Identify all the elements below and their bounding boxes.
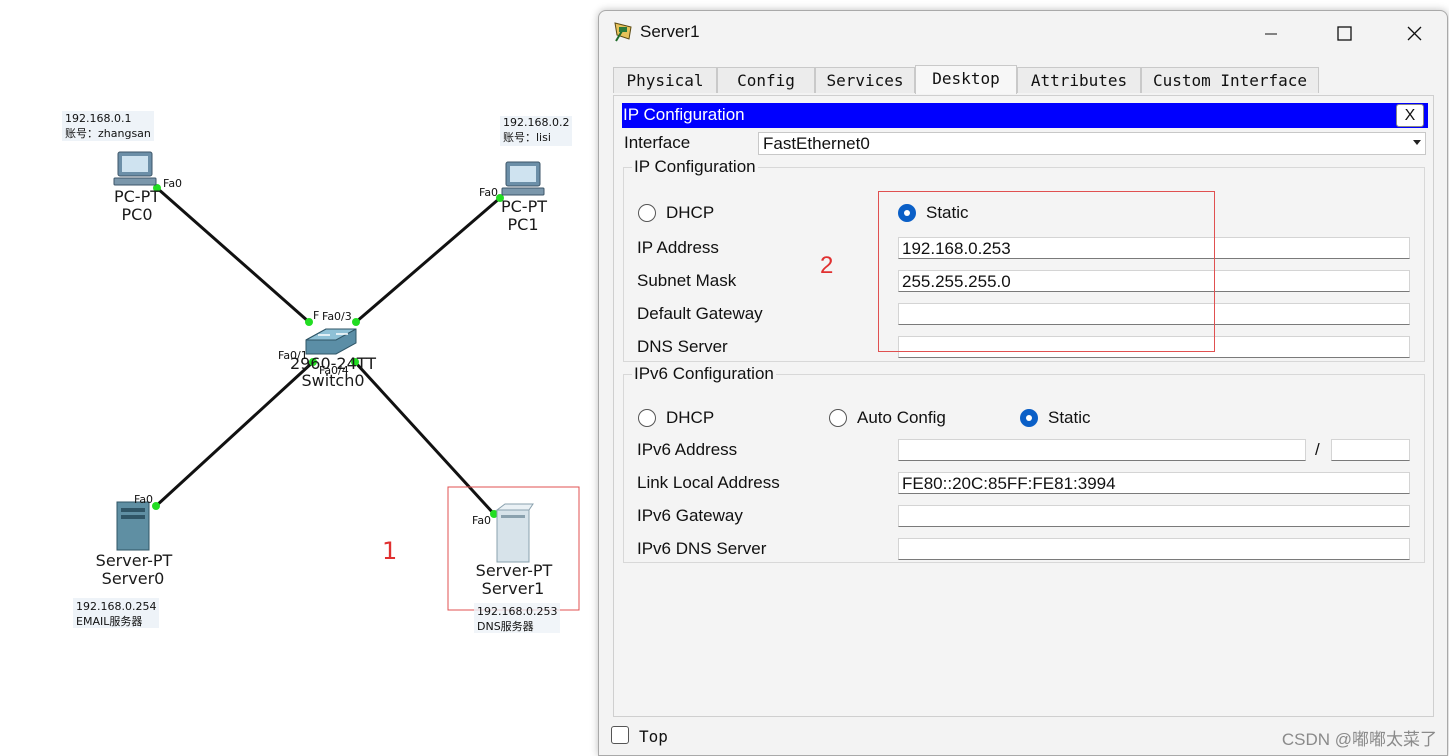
interface-select-value: FastEthernet0	[763, 134, 870, 153]
link-local-input[interactable]: FE80::20C:85FF:FE81:3994	[898, 472, 1410, 494]
switch-port-fa0-3: Fa0/3	[322, 310, 352, 323]
watermark: CSDN @嘟嘟太菜了	[1281, 730, 1437, 749]
switch-port-f: F	[313, 309, 319, 322]
server1-note-ip: 192.168.0.253	[477, 605, 557, 618]
packet-tracer-icon	[614, 22, 632, 42]
switch0-device[interactable]: 2960-24TT Switch0 Fa0/1 F Fa0/3 Fa0/4	[278, 309, 376, 390]
server1-icon	[495, 503, 534, 563]
topology-canvas[interactable]: 192.168.0.1 账号：zhangsan Fa0 PC-PT PC0 19…	[0, 0, 600, 756]
ipv4-dhcp-radio[interactable]	[638, 204, 656, 222]
ipv6-dhcp-label: DHCP	[666, 408, 715, 427]
subnet-mask-label: Subnet Mask	[637, 271, 737, 290]
link-pc0-switch[interactable]	[156, 186, 310, 324]
tab-attributes[interactable]: Attributes	[1017, 67, 1141, 93]
ipv6-address-input[interactable]	[898, 439, 1306, 461]
link-local-value: FE80::20C:85FF:FE81:3994	[902, 474, 1116, 493]
ipv4-dhcp-label: DHCP	[666, 203, 715, 222]
ip-config-close-button[interactable]: X	[1396, 104, 1424, 127]
ipv6-auto-config-radio[interactable]	[829, 409, 847, 427]
ip-config-title: IP Configuration	[623, 105, 745, 124]
pc0-model: PC-PT	[114, 187, 160, 206]
server0-note-role: EMAIL服务器	[76, 615, 142, 628]
pc1-icon	[501, 161, 545, 196]
title-bar[interactable]: Server1	[599, 11, 1447, 55]
interface-select[interactable]: FastEthernet0	[758, 132, 1426, 155]
switch-port-fa0-1: Fa0/1	[278, 349, 308, 362]
pc1-port-label: Fa0	[479, 186, 498, 199]
tab-desktop[interactable]: Desktop	[915, 65, 1017, 94]
ipv6-config-group: IPv6 Configuration	[623, 364, 1425, 563]
top-checkbox-label: Top	[639, 727, 668, 746]
close-icon	[1407, 26, 1422, 41]
close-button[interactable]	[1391, 19, 1437, 49]
pc1-device[interactable]: 192.168.0.2 账号：lisi Fa0 PC-PT PC1	[479, 116, 572, 234]
interface-label: Interface	[624, 133, 691, 152]
pc0-icon	[113, 151, 157, 186]
minimize-button[interactable]	[1248, 19, 1294, 49]
server0-model: Server-PT	[96, 551, 173, 570]
ipv6-dhcp-radio[interactable]	[638, 409, 656, 427]
server1-port-label: Fa0	[472, 514, 491, 527]
pc0-name: PC0	[122, 205, 153, 224]
ipv6-prefix-slash: /	[1315, 440, 1320, 459]
server0-name: Server0	[102, 569, 165, 588]
server1-note-role: DNS服务器	[477, 620, 534, 633]
pc0-note-account: 账号：zhangsan	[65, 127, 151, 140]
ipv6-static-label: Static	[1048, 408, 1091, 427]
switch-icon	[305, 328, 357, 355]
pc1-note-ip: 192.168.0.2	[503, 116, 569, 129]
ipv6-dns-label: IPv6 DNS Server	[637, 539, 767, 558]
ipv6-group-title: IPv6 Configuration	[632, 364, 776, 384]
server1-model: Server-PT	[476, 561, 553, 580]
pc1-name: PC1	[508, 215, 539, 234]
pc1-note-account: 账号：lisi	[503, 131, 551, 144]
ip-address-label: IP Address	[637, 238, 719, 257]
ipv4-group-title: IP Configuration	[632, 157, 758, 177]
server0-icon	[116, 501, 150, 551]
link-server0-switch[interactable]	[154, 360, 315, 508]
ipv6-auto-config-label: Auto Config	[857, 408, 946, 427]
tab-services[interactable]: Services	[815, 67, 915, 93]
default-gateway-label: Default Gateway	[637, 304, 763, 323]
server0-device[interactable]: Fa0 Server-PT Server0 192.168.0.254 EMAI…	[73, 493, 173, 628]
ip-config-header: IP Configuration X	[622, 103, 1428, 128]
ipv6-dns-input[interactable]	[898, 538, 1410, 560]
server0-port-label: Fa0	[134, 493, 153, 506]
tab-custom-interface[interactable]: Custom Interface	[1141, 67, 1319, 93]
server0-note-ip: 192.168.0.254	[76, 600, 156, 613]
dns-server-label: DNS Server	[637, 337, 728, 356]
annotation-marker-1: 1	[382, 537, 397, 565]
pc0-note-ip: 192.168.0.1	[65, 112, 131, 125]
pc1-model: PC-PT	[501, 197, 547, 216]
ipv6-address-label: IPv6 Address	[637, 440, 738, 459]
top-checkbox[interactable]	[611, 726, 629, 744]
server1-device[interactable]: Fa0 Server-PT Server1 192.168.0.253 DNS服…	[447, 486, 580, 633]
window-title: Server1	[640, 22, 700, 41]
annotation-box-2	[878, 191, 1215, 352]
link-pc1-switch[interactable]	[355, 196, 501, 324]
pc0-device[interactable]: 192.168.0.1 账号：zhangsan Fa0 PC-PT PC0	[62, 111, 182, 224]
pc0-port-label: Fa0	[163, 177, 182, 190]
desktop-content: IP Configuration X Interface FastEtherne…	[613, 95, 1434, 717]
switch-port-fa0-4: Fa0/4	[319, 364, 349, 377]
maximize-button[interactable]	[1321, 19, 1367, 49]
annotation-marker-2: 2	[820, 252, 834, 279]
ipv6-prefix-input[interactable]	[1331, 439, 1410, 461]
tab-physical[interactable]: Physical	[613, 67, 717, 93]
ipv6-gateway-input[interactable]	[898, 505, 1410, 527]
tab-config[interactable]: Config	[717, 67, 815, 93]
maximize-icon	[1337, 26, 1352, 41]
chevron-down-icon	[1413, 140, 1421, 145]
server1-name: Server1	[482, 579, 545, 598]
link-server1-switch[interactable]	[353, 360, 496, 516]
minimize-icon	[1265, 33, 1277, 35]
server1-window[interactable]: Server1 Physical Config Services Desktop…	[598, 10, 1448, 756]
ipv6-gateway-label: IPv6 Gateway	[637, 506, 743, 525]
link-local-label: Link Local Address	[637, 473, 780, 492]
ipv6-static-radio[interactable]	[1020, 409, 1038, 427]
